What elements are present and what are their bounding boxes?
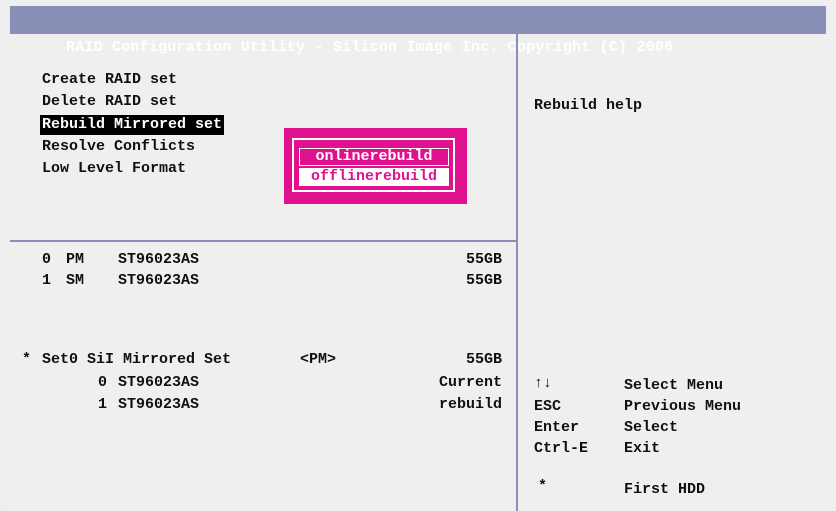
drive-port: 0 (42, 251, 52, 268)
drive-port: 1 (42, 272, 52, 289)
raid-set-marker: * (22, 351, 32, 368)
menu-item-low-level-format[interactable]: Low Level Format (40, 159, 188, 179)
arrow-keys-icon: ↑↓ (534, 375, 553, 392)
member-status: rebuild (438, 396, 502, 413)
help-title: Rebuild help (534, 97, 643, 114)
member-model: ST96023AS (118, 396, 200, 413)
key-action: Select (624, 419, 679, 436)
key-name: Enter (534, 419, 580, 436)
key-action: Select Menu (624, 377, 724, 394)
horizontal-divider (10, 240, 516, 242)
member-model: ST96023AS (118, 374, 200, 391)
raid-set-name: Set0 SiI Mirrored Set (42, 351, 232, 368)
member-index: 0 (98, 374, 108, 391)
key-action: First HDD (624, 481, 706, 498)
raid-set-tag: <PM> (300, 351, 337, 368)
raid-set-size: 55GB (465, 351, 502, 368)
drive-model: ST96023AS (118, 272, 200, 289)
popup-frame: onlinerebuild offlinerebuild (292, 138, 455, 192)
vertical-divider (516, 34, 518, 511)
star-key-icon: * (538, 478, 548, 495)
rebuild-mode-popup: onlinerebuild offlinerebuild (284, 128, 467, 204)
popup-option-online-rebuild[interactable]: onlinerebuild (299, 148, 449, 166)
menu-item-create-raid-set[interactable]: Create RAID set (40, 70, 179, 90)
drive-size: 55GB (465, 272, 502, 289)
key-name: ESC (534, 398, 562, 415)
drive-role: SM (66, 272, 85, 289)
key-action: Previous Menu (624, 398, 742, 415)
window-title: RAID Configuration Utility - Silicon Ima… (66, 39, 674, 56)
member-index: 1 (98, 396, 108, 413)
menu-item-delete-raid-set[interactable]: Delete RAID set (40, 92, 179, 112)
menu-item-resolve-conflicts[interactable]: Resolve Conflicts (40, 137, 197, 157)
key-name: Ctrl-E (534, 440, 589, 457)
menu-item-rebuild-mirrored-set[interactable]: Rebuild Mirrored set (40, 115, 225, 135)
drive-model: ST96023AS (118, 251, 200, 268)
member-status: Current (438, 374, 502, 391)
popup-option-offline-rebuild[interactable]: offlinerebuild (299, 168, 449, 186)
drive-size: 55GB (465, 251, 502, 268)
drive-role: PM (66, 251, 85, 268)
title-bar: RAID Configuration Utility - Silicon Ima… (10, 6, 826, 56)
key-action: Exit (624, 440, 661, 457)
